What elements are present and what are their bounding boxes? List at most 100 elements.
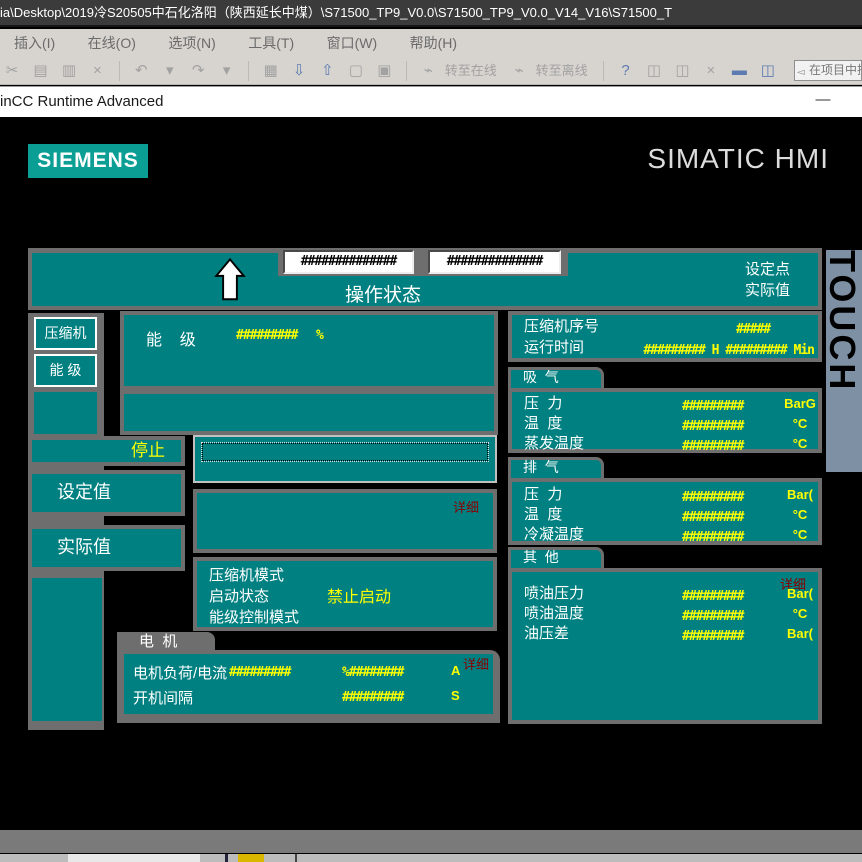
diagnostics-icon[interactable]: ? <box>616 57 636 84</box>
io-field[interactable]: ######### <box>342 690 403 705</box>
menu-online[interactable]: 在线(O) <box>74 29 150 57</box>
toolbar-separator <box>406 61 407 81</box>
oil-injection-pressure-label: 喷油压力 <box>524 584 584 604</box>
delete-icon[interactable]: × <box>87 57 107 84</box>
unit-label: Bar( <box>774 584 826 604</box>
io-field-setpoint[interactable]: ############## <box>283 250 414 274</box>
runtime-window-title-bar[interactable]: inCC Runtime Advanced — <box>0 86 862 117</box>
paste-icon[interactable]: ▥ <box>59 57 79 84</box>
io-field[interactable]: %######## <box>342 665 403 680</box>
menu-insert[interactable]: 插入(I) <box>0 29 69 57</box>
redo-dropdown-icon[interactable]: ▾ <box>217 57 237 84</box>
split-vertical-icon[interactable]: ◫ <box>758 57 778 84</box>
nav-button-energy[interactable]: 能 级 <box>34 354 97 387</box>
taskbar-divider <box>225 854 228 862</box>
up-arrow-icon[interactable] <box>213 258 247 302</box>
discharge-tab: 排 气 <box>508 457 604 478</box>
oil-injection-temp-label: 喷油温度 <box>524 604 584 624</box>
minimize-button[interactable]: — <box>806 87 840 117</box>
menu-window[interactable]: 窗口(W) <box>313 29 392 57</box>
menu-bar: 插入(I) 在线(O) 选项(N) 工具(T) 窗口(W) 帮助(H) <box>0 29 862 57</box>
discharge-box: 压 力 ######### Bar( 温 度 ######### °C 冷凝温度… <box>508 478 822 545</box>
window-title-bar[interactable]: ia\Desktop\2019冷S20505中石化洛阳（陕西延长中煤）\S715… <box>0 0 862 27</box>
io-field[interactable]: ######### <box>682 528 743 548</box>
menu-help[interactable]: 帮助(H) <box>396 29 471 57</box>
upload-from-device-icon[interactable]: ⇧ <box>317 57 337 84</box>
unit-label: °C <box>774 505 826 525</box>
compressor-no-label: 压缩机序号 <box>524 316 599 337</box>
io-field-actual[interactable]: ############## <box>428 250 561 274</box>
energy-value-field[interactable]: ######### <box>236 328 297 343</box>
touch-bezel-label: TOUCH <box>826 250 862 472</box>
compressor-info-box: 压缩机序号 ##### 运行时间 ######### H ######### M… <box>508 311 822 362</box>
header-legend: 设定点 实际值 <box>745 259 790 301</box>
start-inhibit-status: 禁止启动 <box>327 587 391 608</box>
setpoint-button[interactable]: 设定值 <box>28 470 185 516</box>
unit-label: °C <box>774 604 826 624</box>
menu-tools[interactable]: 工具(T) <box>234 29 308 57</box>
energy-slider-box <box>193 435 497 483</box>
taskbar-divider <box>295 854 297 862</box>
energy-slider[interactable] <box>201 442 489 462</box>
unit-label: A <box>451 663 460 678</box>
mode-row: 能级控制模式 <box>209 607 493 628</box>
redo-icon[interactable]: ↷ <box>188 57 208 84</box>
evap-temp-label: 蒸发温度 <box>524 434 584 454</box>
toolbar-separator <box>119 61 120 81</box>
menu-options[interactable]: 选项(N) <box>154 29 229 57</box>
detail-box: 详细 <box>193 489 497 553</box>
io-field[interactable]: ######### H ######### Min <box>643 340 814 361</box>
motor-box: 详细 电机负荷/电流 ######### %######## A 开机间隔 ##… <box>124 654 493 714</box>
nav-button-compressor[interactable]: 压缩机 <box>34 317 97 350</box>
other-box: 详细 喷油压力 ######### Bar( 喷油温度 ######### °C… <box>508 568 822 724</box>
motor-detail-link[interactable]: 详细 <box>463 654 489 673</box>
detail-link[interactable]: 详细 <box>453 497 479 516</box>
runtime-icon[interactable]: ▣ <box>374 57 394 84</box>
simulation-icon[interactable]: ▢ <box>346 57 366 84</box>
taskbar-app-segment[interactable] <box>68 854 200 862</box>
mode-row: 压缩机模式 <box>209 565 493 586</box>
go-online-icon[interactable]: ⌁ <box>418 57 438 84</box>
taskbar[interactable] <box>0 854 862 862</box>
siemens-logo: SIEMENS <box>28 144 148 178</box>
close-window-icon[interactable]: × <box>701 57 721 84</box>
go-offline-button[interactable]: 转至离线 <box>536 57 588 84</box>
start-interval-label: 开机间隔 <box>133 687 193 708</box>
simatic-hmi-label: SIMATIC HMI <box>647 143 829 175</box>
search-in-project-input[interactable]: ◅ 在项目中搜 <box>794 60 862 81</box>
window-icon[interactable]: ◫ <box>672 57 692 84</box>
copy-icon[interactable]: ▤ <box>30 57 50 84</box>
window-icon[interactable]: ◫ <box>644 57 664 84</box>
touch-text: TOUCH <box>826 250 860 392</box>
io-field[interactable]: ######### <box>682 437 743 457</box>
undo-icon[interactable]: ↶ <box>131 57 151 84</box>
compile-icon[interactable]: ▦ <box>261 57 281 84</box>
header-bar: ############## ############## 操作状态 设定点 实… <box>28 248 822 310</box>
hmi-screen: SIEMENS SIMATIC HMI TOUCH ##############… <box>0 117 862 854</box>
window-title-text: ia\Desktop\2019冷S20505中石化洛阳（陕西延长中煤）\S715… <box>0 5 672 20</box>
download-to-device-icon[interactable]: ⇩ <box>289 57 309 84</box>
suction-box: 压 力 ######### BarG 温 度 ######### °C 蒸发温度… <box>508 388 822 453</box>
unit-label: °C <box>774 525 826 545</box>
unit-label: °C <box>774 414 826 434</box>
cut-icon[interactable]: ✂ <box>2 57 22 84</box>
unit-label: °C <box>774 434 826 454</box>
pressure-label: 压 力 <box>524 394 562 414</box>
other-tab: 其 他 <box>508 547 604 568</box>
io-field[interactable]: ######### <box>229 665 290 680</box>
split-horizontal-icon[interactable]: ▬ <box>729 57 749 84</box>
unit-label: BarG <box>774 394 826 414</box>
pressure-label: 压 力 <box>524 485 562 505</box>
io-field[interactable]: ######### <box>682 627 743 647</box>
actual-value-button[interactable]: 实际值 <box>28 525 185 571</box>
application-window: ia\Desktop\2019冷S20505中石化洛阳（陕西延长中煤）\S715… <box>0 0 862 862</box>
folder-icon[interactable] <box>238 854 264 862</box>
undo-dropdown-icon[interactable]: ▾ <box>160 57 180 84</box>
page-title: 操作状态 <box>298 280 468 307</box>
go-online-button[interactable]: 转至在线 <box>445 57 497 84</box>
stop-status-button[interactable]: 停止 <box>28 436 185 466</box>
runtime-label: 运行时间 <box>524 337 584 358</box>
mode-box: 压缩机模式 启动状态 能级控制模式 禁止启动 <box>193 557 497 631</box>
nav-panel-fill <box>32 578 102 721</box>
go-offline-icon[interactable]: ⌁ <box>509 57 529 84</box>
